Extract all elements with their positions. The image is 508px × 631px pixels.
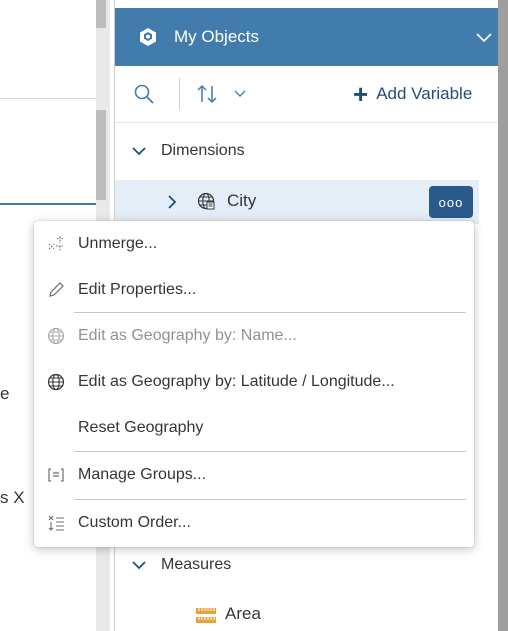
scrollbar-thumb[interactable] [96, 110, 106, 200]
tree-node-dimensions[interactable]: Dimensions [115, 123, 499, 179]
unmerge-icon [48, 236, 64, 251]
search-icon[interactable] [133, 83, 155, 105]
tree-node-label: Dimensions [161, 142, 245, 159]
menu-item-custom-order[interactable]: Custom Order... [34, 500, 474, 546]
geography-icon [197, 192, 215, 210]
menu-item-label: Custom Order... [78, 514, 191, 531]
group-icon [48, 468, 64, 482]
measure-icon [196, 608, 216, 623]
chevron-down-icon[interactable] [131, 143, 147, 159]
globe-icon [47, 373, 65, 391]
tree-node-area[interactable]: Area [115, 598, 499, 631]
menu-item-reset-geography[interactable]: Reset Geography [34, 405, 474, 451]
chevron-down-icon[interactable] [475, 28, 493, 46]
menu-item-label: Edit Properties... [78, 281, 197, 298]
globe-icon [47, 327, 65, 345]
custom-order-icon [48, 515, 64, 531]
menu-item-label: Unmerge... [78, 235, 158, 252]
add-variable-button[interactable]: + Add Variable [353, 81, 472, 107]
context-menu: Unmerge... Edit Properties... Edit as Ge… [34, 221, 474, 547]
menu-item-label: Reset Geography [78, 419, 204, 436]
more-icon: ooo [438, 194, 464, 210]
menu-item-label: Edit as Geography by: Latitude / Longitu… [78, 373, 395, 390]
panel-scrollbar[interactable] [498, 0, 508, 631]
chevron-down-icon[interactable] [233, 88, 247, 100]
menu-item-label: Manage Groups... [78, 466, 207, 483]
tree-node-label: City [227, 191, 257, 210]
chevron-down-icon[interactable] [131, 557, 147, 573]
panel-header[interactable]: My Objects [115, 8, 499, 66]
pencil-icon [49, 282, 64, 297]
canvas-widget[interactable] [0, 0, 97, 99]
tree-node-label: Area [225, 604, 261, 623]
more-options-button[interactable]: ooo [429, 186, 473, 218]
cube-icon [140, 28, 156, 46]
panel-title: My Objects [174, 27, 260, 46]
tree-node-label: Measures [161, 556, 232, 573]
scrollbar-thumb[interactable] [96, 0, 106, 28]
toolbar-separator [179, 78, 180, 110]
menu-item-geography-by-latlong[interactable]: Edit as Geography by: Latitude / Longitu… [34, 359, 474, 405]
menu-item-edit-properties[interactable]: Edit Properties... [34, 267, 474, 313]
menu-item-unmerge[interactable]: Unmerge... [34, 221, 474, 267]
menu-item-geography-by-name[interactable]: Edit as Geography by: Name... [34, 313, 474, 359]
sort-icon[interactable] [195, 83, 219, 105]
canvas-text-fragment: s X [0, 488, 25, 507]
canvas-selection-line [0, 203, 96, 205]
menu-item-label: Edit as Geography by: Name... [78, 327, 297, 344]
tree-node-city[interactable]: City ooo [115, 180, 479, 224]
plus-icon: + [353, 79, 369, 109]
canvas-text-fragment: e [0, 384, 10, 403]
panel-toolbar: + Add Variable [115, 66, 499, 123]
chevron-right-icon[interactable] [165, 193, 179, 211]
add-variable-label: Add Variable [376, 84, 473, 103]
menu-item-manage-groups[interactable]: Manage Groups... [34, 452, 474, 498]
